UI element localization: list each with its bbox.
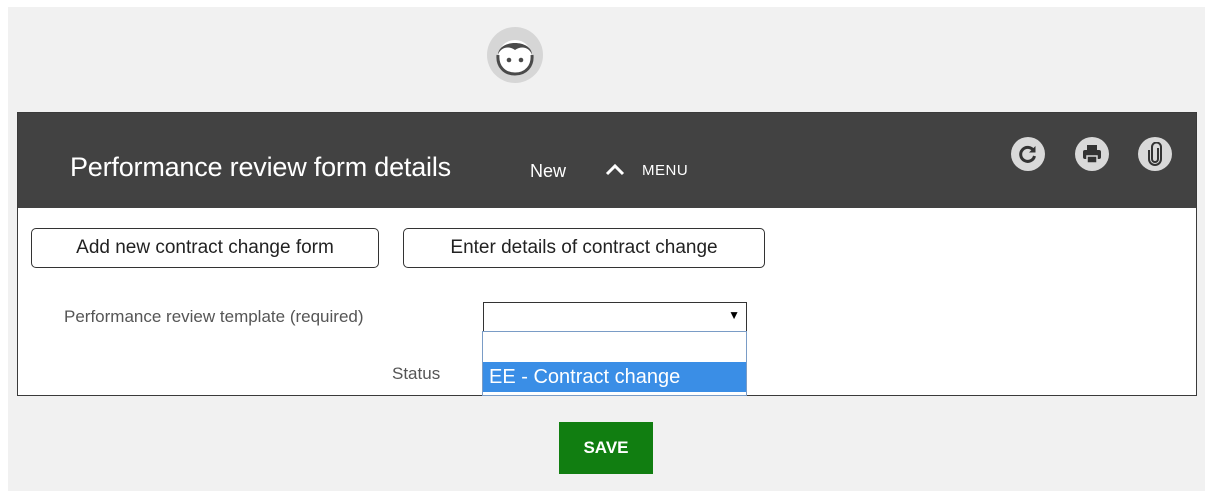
paperclip-icon[interactable] [1138, 137, 1172, 171]
template-select[interactable]: ▼ [483, 302, 747, 332]
page-title: Performance review form details [70, 152, 451, 182]
status-field-label: Status [392, 364, 441, 383]
form-panel: Performance review form details New MENU [17, 112, 1197, 396]
panel-header: Performance review form details New MENU [18, 113, 1196, 208]
print-icon[interactable] [1075, 137, 1109, 171]
dropdown-option-contract-change[interactable]: EE - Contract change [483, 362, 746, 392]
record-state-label: New [530, 161, 567, 181]
save-button[interactable]: SAVE [559, 422, 653, 474]
menu-button[interactable]: MENU [642, 162, 688, 180]
face-avatar-icon[interactable] [486, 26, 544, 84]
dropdown-arrow-icon: ▼ [728, 308, 740, 322]
page-background: Performance review form details New MENU [8, 7, 1205, 491]
dropdown-option-blank[interactable] [483, 332, 746, 362]
chevron-up-icon[interactable] [604, 160, 626, 178]
enter-details-button[interactable]: Enter details of contract change [403, 228, 765, 268]
template-field-label: Performance review template (required) [64, 307, 364, 326]
template-dropdown-list: EE - Contract change [482, 331, 747, 396]
add-new-contract-change-button[interactable]: Add new contract change form [31, 228, 379, 268]
refresh-icon[interactable] [1011, 137, 1045, 171]
